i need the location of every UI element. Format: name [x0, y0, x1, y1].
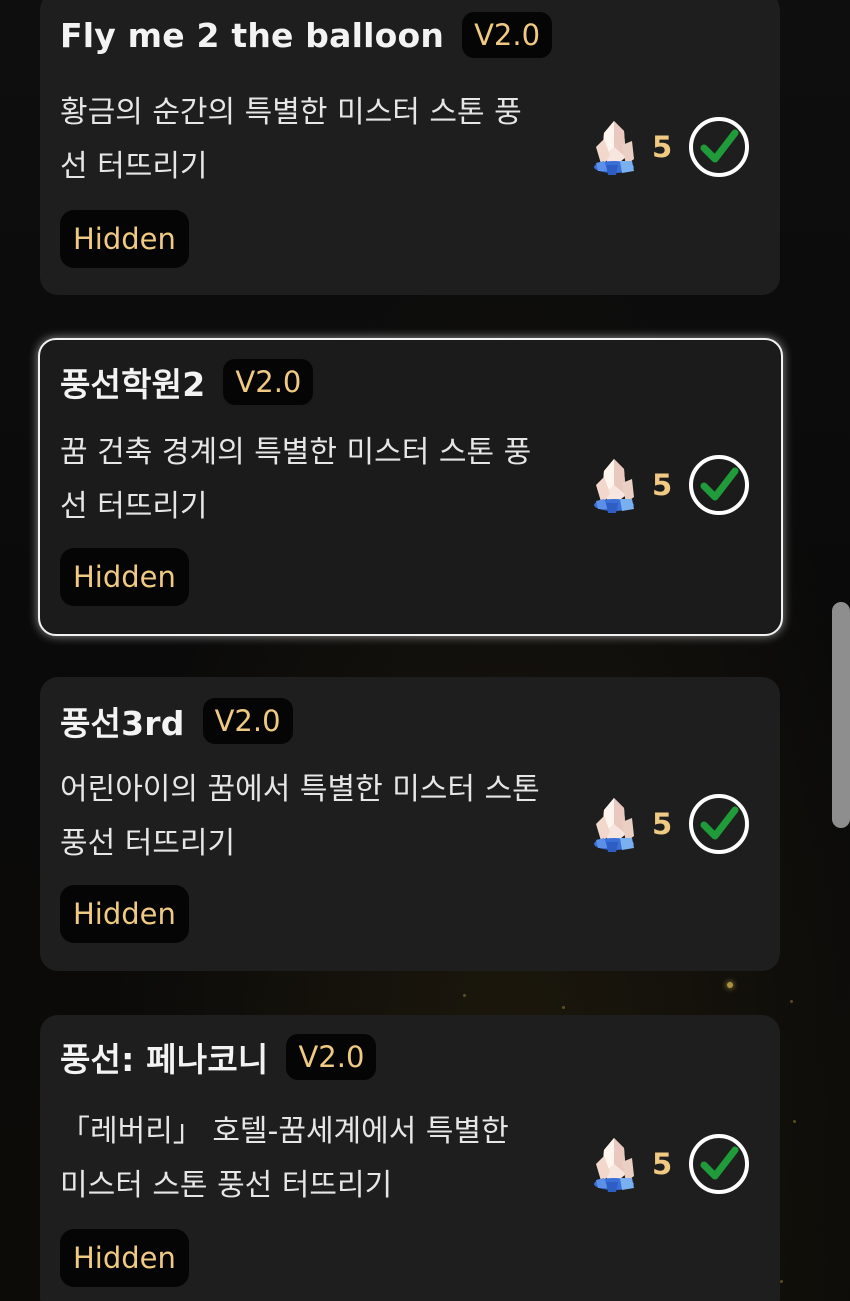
achievement-title: 풍선학원2 — [60, 365, 206, 404]
reward-group: 5 — [590, 793, 750, 855]
achievement-title-row: 풍선학원2 V2.0 — [60, 358, 314, 406]
achievement-title: Fly me 2 the balloon — [60, 15, 445, 55]
version-badge: V2.0 — [202, 698, 293, 744]
reward-group: 5 — [590, 454, 750, 516]
achievement-card-selected[interactable]: 풍선학원2 V2.0 꿈 건축 경계의 특별한 미스터 스톤 풍선 터뜨리기 H… — [38, 338, 783, 636]
version-badge: V2.0 — [286, 1034, 377, 1080]
achievement-title-row: Fly me 2 the balloon V2.0 — [60, 12, 553, 58]
achievement-title: 풍선3rd — [60, 704, 185, 743]
reward-count: 5 — [652, 1147, 673, 1181]
sparkle-decoration — [793, 1120, 796, 1123]
crystal-icon — [594, 1138, 634, 1192]
hidden-tag: Hidden — [60, 885, 189, 943]
sparkle-decoration — [790, 1000, 793, 1003]
reward-count: 5 — [652, 468, 673, 502]
sparkle-decoration — [727, 982, 733, 988]
crystal-icon — [594, 798, 634, 852]
version-badge: V2.0 — [223, 359, 314, 405]
hidden-tag: Hidden — [60, 548, 189, 606]
version-badge: V2.0 — [462, 12, 553, 58]
check-circle-icon — [689, 794, 750, 854]
reward-count: 5 — [652, 130, 673, 164]
achievement-description: 꿈 건축 경계의 특별한 미스터 스톤 풍선 터뜨리기 — [60, 435, 532, 524]
achievement-description: 황금의 순간의 특별한 미스터 스톤 풍선 터뜨리기 — [60, 95, 522, 184]
sparkle-decoration — [463, 994, 466, 997]
check-circle-icon — [689, 455, 750, 515]
sparkle-decoration — [780, 1280, 783, 1283]
scrollbar-thumb[interactable] — [832, 602, 850, 828]
achievement-title-row: 풍선3rd V2.0 — [60, 697, 293, 745]
check-circle-icon — [689, 117, 750, 177]
achievement-card[interactable]: Fly me 2 the balloon V2.0 황금의 순간의 특별한 미스… — [40, 0, 780, 295]
achievement-title-row: 풍선: 페나코니 V2.0 — [60, 1033, 377, 1081]
achievement-title: 풍선: 페나코니 — [60, 1040, 269, 1079]
reward-group: 5 — [590, 1133, 750, 1195]
hidden-tag: Hidden — [60, 210, 189, 268]
achievement-description: 어린아이의 꿈에서 특별한 미스터 스톤 풍선 터뜨리기 — [60, 772, 540, 861]
achievement-description: 「레버리」 호텔-꿈세계에서 특별한 미스터 스톤 풍선 터뜨리기 — [60, 1114, 509, 1203]
reward-count: 5 — [652, 807, 673, 841]
reward-group: 5 — [590, 116, 750, 178]
crystal-icon — [594, 459, 634, 513]
crystal-icon — [594, 121, 634, 175]
achievement-list-page: Fly me 2 the balloon V2.0 황금의 순간의 특별한 미스… — [0, 0, 850, 1301]
hidden-tag: Hidden — [60, 1229, 189, 1287]
check-circle-icon — [689, 1134, 750, 1194]
achievement-card[interactable]: 풍선3rd V2.0 어린아이의 꿈에서 특별한 미스터 스톤 풍선 터뜨리기 … — [40, 677, 780, 971]
achievement-card[interactable]: 풍선: 페나코니 V2.0 「레버리」 호텔-꿈세계에서 특별한 미스터 스톤 … — [40, 1015, 780, 1301]
sparkle-decoration — [562, 1006, 565, 1009]
